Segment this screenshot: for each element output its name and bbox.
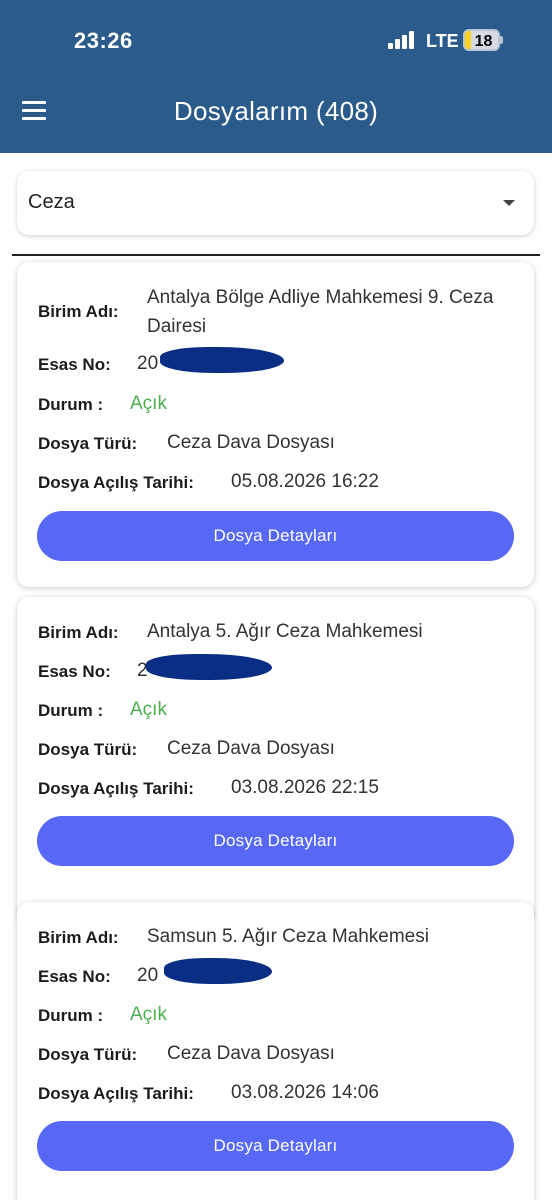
file-type-value: Ceza Dava Dosyası	[167, 432, 335, 453]
case-no-label: Esas No:	[38, 967, 111, 986]
status-label: Durum :	[38, 395, 104, 414]
app-header: 23:26 LTE 18 Dosyalarım (408)	[0, 0, 552, 153]
unit-value: Antalya Bölge Adliye Mahkemesi 9. Ceza D…	[147, 287, 494, 337]
status-label: Durum :	[38, 1006, 104, 1025]
divider	[12, 254, 540, 256]
open-date-value: 03.08.2026 22:15	[231, 777, 379, 798]
status-value: Açık	[130, 393, 167, 414]
file-type-value: Ceza Dava Dosyası	[167, 738, 335, 759]
status-bar: 23:26 LTE 18	[0, 0, 552, 80]
file-type-label: Dosya Türü:	[38, 434, 138, 453]
status-label: Durum :	[38, 701, 104, 720]
case-no-value: 20	[137, 965, 159, 986]
file-details-button[interactable]: Dosya Detayları	[37, 1121, 514, 1171]
battery-level: 18	[474, 33, 493, 50]
file-details-button[interactable]: Dosya Detayları	[37, 816, 514, 866]
unit-label: Birim Adı:	[38, 302, 119, 321]
case-no-label: Esas No:	[38, 355, 111, 374]
category-select-value: Ceza	[28, 191, 75, 213]
category-select[interactable]: Ceza	[17, 171, 534, 235]
case-card: Birim Adı: Antalya Bölge Adliye Mahkemes…	[17, 262, 534, 587]
case-card: Birim Adı: Samsun 5. Ağır Ceza Mahkemesi…	[17, 902, 534, 1200]
redaction-mark	[146, 654, 272, 680]
open-date-value: 03.08.2026 14:06	[231, 1082, 379, 1103]
file-type-label: Dosya Türü:	[38, 1045, 138, 1064]
chevron-down-icon	[503, 200, 515, 206]
network-label: LTE	[426, 31, 459, 51]
case-no-value: 20	[137, 353, 159, 374]
status-value: Açık	[130, 699, 167, 720]
unit-label: Birim Adı:	[38, 928, 119, 947]
case-card: Birim Adı: Antalya 5. Ağır Ceza Mahkemes…	[17, 597, 534, 922]
unit-value: Antalya 5. Ağır Ceza Mahkemesi	[147, 621, 423, 642]
unit-value: Samsun 5. Ağır Ceza Mahkemesi	[147, 926, 429, 947]
case-no-label: Esas No:	[38, 662, 111, 681]
battery-icon: 18	[463, 29, 503, 51]
open-date-label: Dosya Açılış Tarihi:	[38, 473, 194, 492]
file-type-value: Ceza Dava Dosyası	[167, 1043, 335, 1064]
unit-label: Birim Adı:	[38, 623, 119, 642]
signal-icon	[388, 31, 416, 49]
open-date-label: Dosya Açılış Tarihi:	[38, 779, 194, 798]
file-type-label: Dosya Türü:	[38, 740, 138, 759]
file-details-button[interactable]: Dosya Detayları	[37, 511, 514, 561]
open-date-value: 05.08.2026 16:22	[231, 471, 379, 492]
redaction-mark	[164, 958, 272, 984]
open-date-label: Dosya Açılış Tarihi:	[38, 1084, 194, 1103]
redaction-mark	[160, 347, 284, 373]
status-time: 23:26	[74, 28, 133, 53]
page-title: Dosyalarım (408)	[173, 96, 379, 126]
status-value: Açık	[130, 1004, 167, 1025]
